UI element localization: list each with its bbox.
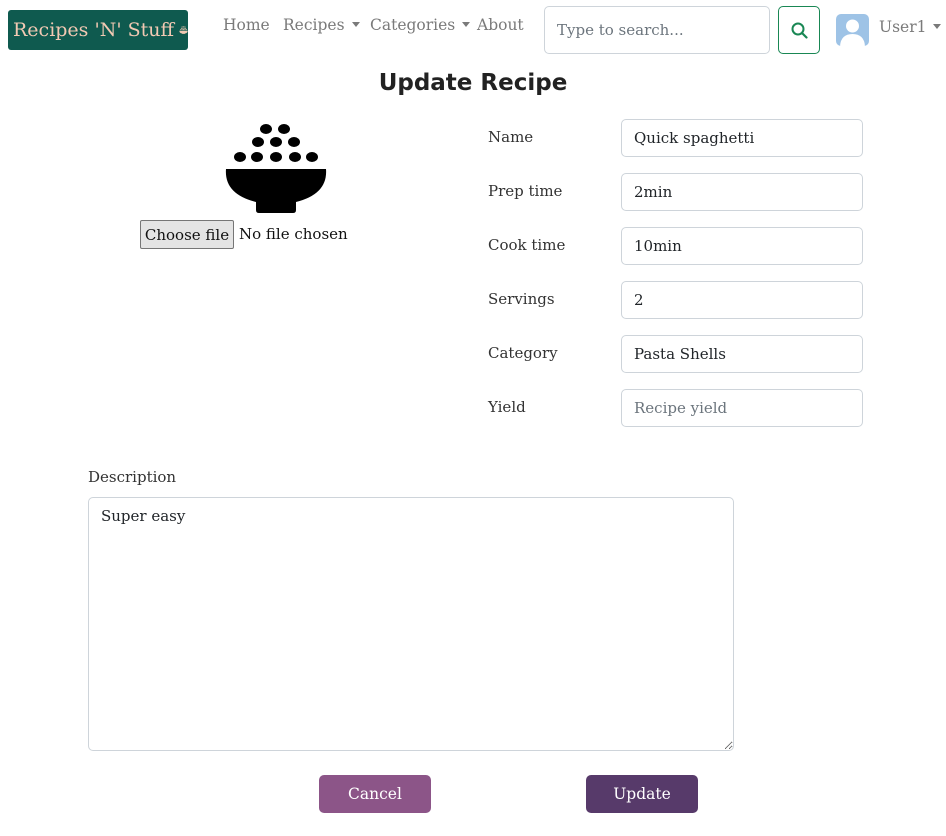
nav-about-link[interactable]: About xyxy=(477,16,524,34)
search-icon xyxy=(791,22,808,39)
choose-file-button[interactable]: Choose file xyxy=(140,220,234,249)
brand-logo[interactable]: Recipes 'N' Stuff xyxy=(8,10,188,50)
update-button[interactable]: Update xyxy=(586,775,698,813)
yield-label: Yield xyxy=(488,398,526,416)
user-menu-dropdown[interactable]: User1 xyxy=(879,18,942,36)
name-input[interactable] xyxy=(621,119,863,157)
category-input[interactable] xyxy=(621,335,863,373)
nav-recipes-label: Recipes xyxy=(283,16,345,34)
user-avatar-icon[interactable] xyxy=(836,14,869,46)
description-label: Description xyxy=(88,468,177,486)
nav-home-link[interactable]: Home xyxy=(223,16,270,34)
caret-down-icon xyxy=(933,24,942,29)
rice-bowl-icon xyxy=(225,124,327,213)
brand-name: Recipes 'N' Stuff xyxy=(13,19,174,41)
cook-time-input[interactable] xyxy=(621,227,863,265)
prep-time-input[interactable] xyxy=(621,173,863,211)
name-label: Name xyxy=(488,128,534,146)
cancel-button[interactable]: Cancel xyxy=(319,775,431,813)
rice-bowl-icon xyxy=(179,26,188,34)
caret-down-icon xyxy=(351,22,360,27)
page-title: Update Recipe xyxy=(378,70,568,96)
prep-time-label: Prep time xyxy=(488,182,563,200)
user-name-label: User1 xyxy=(879,18,927,36)
yield-input[interactable] xyxy=(621,389,863,427)
cook-time-label: Cook time xyxy=(488,236,566,254)
nav-categories-label: Categories xyxy=(370,16,456,34)
description-textarea[interactable]: Super easy xyxy=(88,497,734,751)
search-button[interactable] xyxy=(778,6,820,54)
category-label: Category xyxy=(488,344,558,362)
nav-recipes-dropdown[interactable]: Recipes xyxy=(283,16,360,34)
caret-down-icon xyxy=(462,22,471,27)
servings-label: Servings xyxy=(488,290,555,308)
nav-categories-dropdown[interactable]: Categories xyxy=(370,16,471,34)
servings-input[interactable] xyxy=(621,281,863,319)
search-input[interactable] xyxy=(544,6,770,54)
file-status-text: No file chosen xyxy=(239,225,348,243)
